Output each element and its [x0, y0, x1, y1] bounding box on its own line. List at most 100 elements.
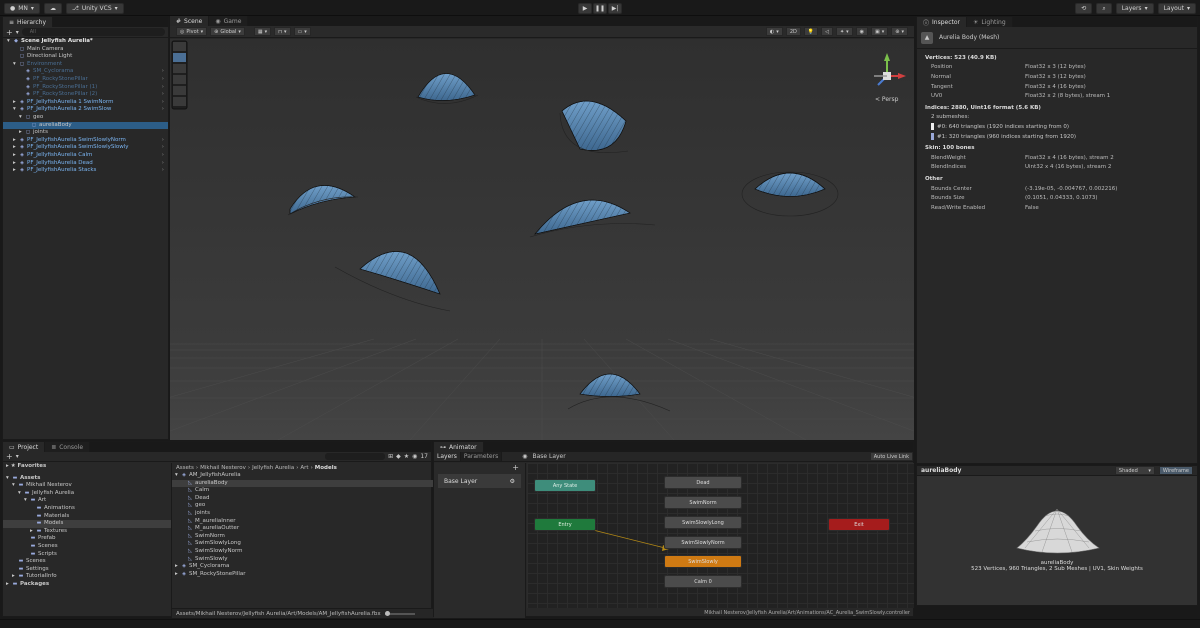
tab-hierarchy[interactable]: ≡ Hierarchy [3, 17, 54, 27]
tab-layers[interactable]: Layers [434, 452, 461, 461]
chevron-right-icon[interactable]: › [162, 68, 164, 76]
folder-item[interactable]: ▾ ▬ Assets [3, 475, 171, 483]
asset-item[interactable]: ◺ Dead [172, 495, 433, 503]
tab-parameters[interactable]: Parameters [460, 452, 503, 461]
auto-live-link-button[interactable]: Auto Live Link [869, 452, 913, 461]
gear-icon[interactable]: ⚙ [510, 478, 515, 485]
state-node-calm[interactable]: Calm 0 [664, 575, 742, 588]
hierarchy-item[interactable]: ▸ ◈ PF_JellyfishAurelia Dead › [3, 160, 168, 168]
perspective-label[interactable]: < Persp [875, 96, 898, 103]
zoom-slider[interactable] [384, 610, 415, 616]
entry-node[interactable]: Entry [534, 518, 596, 531]
chevron-right-icon[interactable]: › [162, 84, 164, 92]
shaded-dropdown[interactable]: Shaded ▾ [1114, 466, 1155, 475]
exit-node[interactable]: Exit [828, 518, 890, 531]
hierarchy-item[interactable]: ◈ PF_RockyStonePillar (2) › [3, 91, 168, 99]
mesh-preview[interactable] [917, 476, 1197, 556]
chevron-right-icon[interactable]: › [162, 167, 164, 175]
gizmos-button[interactable]: ⊕ ▾ [891, 27, 908, 36]
search-type-icon[interactable]: ⊞ [388, 453, 393, 460]
hierarchy-item[interactable]: ▾ ◻ Environment [3, 61, 168, 69]
hierarchy-item[interactable]: ◈ PF_RockyStonePillar (1) › [3, 84, 168, 92]
effects-toggle[interactable]: ✦ ▾ [835, 27, 853, 36]
folder-item[interactable]: ▸ ▬ Textures [3, 528, 171, 536]
hierarchy-search-input[interactable]: All [21, 28, 165, 36]
gizmo-view-button[interactable]: ▭ ▾ [293, 27, 311, 36]
asset-item[interactable]: ◺ joints [172, 510, 433, 518]
folder-item[interactable]: ▬ Settings [3, 566, 171, 574]
hierarchy-item[interactable]: ▸ ◈ PF_JellyfishAurelia 1 SwimNorm › [3, 99, 168, 107]
layers-dropdown[interactable]: Layers ▾ [1115, 3, 1154, 14]
add-icon[interactable]: + [6, 452, 13, 461]
chevron-right-icon[interactable]: › [162, 106, 164, 114]
chevron-right-icon[interactable]: › [162, 99, 164, 107]
2d-toggle[interactable]: 2D [785, 27, 801, 36]
lighting-toggle[interactable]: 💡 [803, 27, 819, 36]
asset-item[interactable]: ▸ ◈ SM_RockyStonePillar [172, 571, 433, 579]
folder-item[interactable]: ▬ Models [3, 520, 171, 528]
label-icon[interactable]: ◆ [396, 453, 401, 460]
audio-toggle[interactable]: ◁ [821, 27, 833, 36]
hierarchy-item[interactable]: ▸ ◈ PF_JellyfishAurelia Stacks › [3, 167, 168, 175]
hierarchy-item[interactable]: ◈ PF_RockyStonePillar › [3, 76, 168, 84]
hierarchy-item[interactable]: ▾ ◻ geo [3, 114, 168, 122]
cloud-button[interactable]: ☁ [43, 3, 62, 14]
asset-item[interactable]: ◺ SwimSlowlyNorm [172, 548, 433, 556]
snap-increment-button[interactable]: ⊓ ▾ [274, 27, 291, 36]
scene-viewport[interactable] [170, 39, 914, 440]
tab-inspector[interactable]: ⓘ Inspector [917, 17, 968, 27]
hidden-toggle[interactable]: ◉ [855, 27, 869, 36]
shading-mode-button[interactable]: ◐ ▾ [765, 27, 783, 36]
folder-item[interactable]: ▸ ▬ Packages [3, 581, 171, 589]
chevron-right-icon[interactable]: › [162, 144, 164, 152]
hierarchy-item[interactable]: ▸ ◻ joints [3, 129, 168, 137]
play-button[interactable]: ▶ [578, 3, 592, 14]
tab-animator[interactable]: ⊶ Animator [434, 442, 484, 452]
breadcrumb-item[interactable]: Jellyfish Aurelia [252, 465, 294, 471]
asset-item[interactable]: ◺ M_aureliaOutter [172, 525, 433, 533]
hierarchy-item[interactable]: ▾ ◆ Scene Jellyfish Aurelia* [3, 38, 168, 46]
asset-item[interactable]: ▾ ◈ AM_JellyfishAurelia [172, 472, 433, 480]
hierarchy-item[interactable]: ◻ aureliaBody [3, 121, 168, 130]
chevron-right-icon[interactable]: › [162, 91, 164, 99]
chevron-right-icon[interactable]: › [162, 160, 164, 168]
folder-item[interactable]: ▬ Prefab [3, 535, 171, 543]
vcs-button[interactable]: ⎇ Unity VCS ▾ [65, 3, 124, 14]
pivot-dropdown[interactable]: ◎ Pivot ▾ [176, 27, 208, 36]
layout-dropdown[interactable]: Layout ▾ [1157, 3, 1196, 14]
folder-item[interactable]: ▾ ▬ Art [3, 497, 171, 505]
state-node-swimslowly-default[interactable]: SwimSlowly [664, 555, 742, 568]
step-button[interactable]: ▶| [608, 3, 622, 14]
folder-item[interactable]: ▬ Scripts [3, 551, 171, 559]
tab-project[interactable]: ▭ Project [3, 442, 46, 452]
asset-item[interactable]: ◺ geo [172, 502, 433, 510]
asset-item[interactable]: ◺ SwimNorm [172, 533, 433, 541]
folder-item[interactable]: ▬ Scenes [3, 543, 171, 551]
asset-item[interactable]: ◺ aureliaBody [172, 479, 433, 488]
project-search-input[interactable] [325, 453, 386, 460]
asset-item[interactable]: ◺ SwimSlowly [172, 556, 433, 564]
hierarchy-item[interactable]: ▸ ◈ PF_JellyfishAurelia SwimSlowlySlowly › [3, 144, 168, 152]
folder-item[interactable]: ▾ ▬ Jellyfish Aurelia [3, 490, 171, 498]
state-node-swimslowlynorm[interactable]: SwimSlowlyNorm [664, 536, 742, 549]
folder-item[interactable]: ▬ Animations [3, 505, 171, 513]
folder-item[interactable]: ▬ Scenes [3, 558, 171, 566]
star-icon[interactable]: ★ [404, 453, 409, 460]
search-button[interactable]: ⌕ [1096, 3, 1112, 14]
global-dropdown[interactable]: ⊕ Global ▾ [210, 27, 245, 36]
state-node-swimslowlylong[interactable]: SwimSlowlyLong [664, 516, 742, 529]
base-layer-item[interactable]: Base Layer ⚙ [438, 474, 521, 488]
any-state-node[interactable]: Any State [534, 479, 596, 492]
asset-item[interactable]: ◺ Calm [172, 487, 433, 495]
breadcrumb-item[interactable]: Models [315, 465, 337, 471]
favorites-item[interactable]: ▸ ★ Favorites [3, 463, 171, 471]
asset-item[interactable]: ◺ M_aureliaInner [172, 518, 433, 526]
add-icon[interactable]: + [6, 28, 13, 37]
folder-item[interactable]: ▾ ▬ Mikhail Nesterov [3, 482, 171, 490]
camera-settings-button[interactable]: ▣ ▾ [871, 27, 889, 36]
asset-item[interactable]: ◺ SwimSlowlyLong [172, 540, 433, 548]
folder-item[interactable]: ▸ ▬ TutorialInfo [3, 573, 171, 581]
breadcrumb-item[interactable]: Art [300, 465, 308, 471]
hierarchy-item[interactable]: ◈ SM_Cyclorama › [3, 68, 168, 76]
animator-graph[interactable]: Any State Entry Exit Dead SwimNorm SwimS… [527, 463, 914, 608]
